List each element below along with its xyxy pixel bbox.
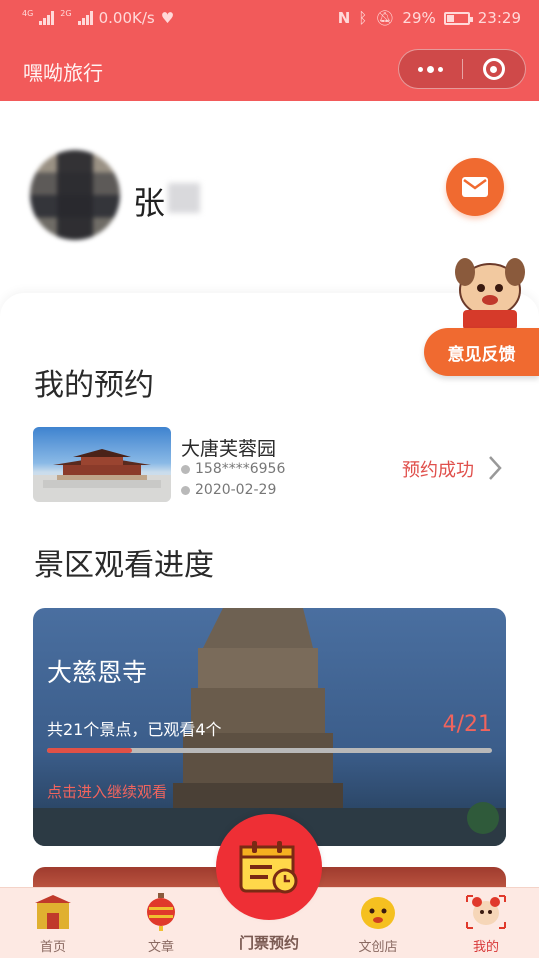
continue-watching-link[interactable]: 点击进入继续观看 xyxy=(47,781,167,802)
booking-date: 2020-02-29 xyxy=(195,482,277,498)
tab-shop-label: 文创店 xyxy=(358,940,398,955)
name-redaction xyxy=(168,183,200,213)
tab-mine-label: 我的 xyxy=(472,940,499,955)
tickets-button[interactable] xyxy=(216,814,322,920)
dot-icon xyxy=(427,65,434,73)
tab-home-label: 首页 xyxy=(39,940,66,955)
envelope-icon xyxy=(462,177,488,197)
signal-icon xyxy=(77,11,93,25)
heart-icon: ♥ xyxy=(160,9,175,27)
tab-articles-label: 文章 xyxy=(147,940,174,955)
signal-icon xyxy=(39,11,55,25)
tab-tickets-label: 门票预约 xyxy=(238,934,299,952)
progress-count: 4/21 xyxy=(442,712,492,737)
progress-card[interactable]: 大慈恩寺 共21个景点，已观看4个 4/21 点击进入继续观看 xyxy=(33,608,506,846)
clock: 23:29 xyxy=(477,9,521,27)
tab-home[interactable]: 首页 xyxy=(8,888,98,958)
booking-attraction-name: 大唐芙蓉园 xyxy=(181,438,277,460)
lantern-icon xyxy=(147,893,175,931)
calendar-icon xyxy=(239,841,298,894)
my-bookings-heading: 我的预约 xyxy=(34,368,154,403)
avatar[interactable] xyxy=(30,150,120,240)
user-name: 张 xyxy=(133,184,166,222)
booking-phone-row: 158****6956 xyxy=(181,461,285,477)
clock-icon xyxy=(181,485,190,495)
progress-summary: 共21个景点，已观看4个 xyxy=(47,720,222,739)
feedback-button[interactable]: 意见反馈 xyxy=(424,328,539,376)
viewing-progress-heading: 景区观看进度 xyxy=(34,548,214,583)
miniprogram-capsule xyxy=(398,49,526,89)
progress-attraction-name: 大慈恩寺 xyxy=(47,658,148,687)
booking-date-row: 2020-02-29 xyxy=(181,482,276,498)
network-speed: 0.00K/s xyxy=(98,9,155,27)
network-type-1: 4G xyxy=(22,8,34,18)
target-icon xyxy=(482,58,505,80)
more-button[interactable] xyxy=(399,50,462,88)
header: 4G 2G 0.00K/s ♥ N ᛒ 🔕︎ 29% 23:29 嘿呦旅行 xyxy=(0,0,539,101)
booking-phone: 158****6956 xyxy=(195,461,286,477)
tab-articles[interactable]: 文章 xyxy=(116,888,206,958)
tab-shop[interactable]: 文创店 xyxy=(333,888,423,958)
booking-status: 预约成功 xyxy=(402,460,474,481)
message-button[interactable] xyxy=(446,158,504,216)
dot-icon xyxy=(418,66,423,72)
battery-level: 29% xyxy=(402,9,436,27)
mute-icon: 🔕︎ xyxy=(375,9,395,27)
status-bar: 4G 2G 0.00K/s ♥ N ᛒ 🔕︎ 29% 23:29 xyxy=(0,0,539,36)
attraction-thumbnail xyxy=(33,427,171,502)
bluetooth-icon: ᛒ xyxy=(358,9,368,27)
progress-bar-fill xyxy=(47,748,132,753)
tab-tickets[interactable]: 门票预约 xyxy=(214,814,324,958)
progress-bar xyxy=(47,748,492,753)
profile-mascot-icon xyxy=(466,895,506,929)
tab-mine[interactable]: 我的 xyxy=(441,888,531,958)
network-type-2: 2G xyxy=(60,8,72,18)
chevron-right-icon xyxy=(489,456,502,480)
close-miniprogram-button[interactable] xyxy=(463,50,525,88)
app-title: 嘿呦旅行 xyxy=(23,61,103,85)
gate-icon xyxy=(35,895,71,929)
booking-item[interactable]: 大唐芙蓉园 158****6956 2020-02-29 预约成功 xyxy=(33,427,506,503)
battery-icon xyxy=(443,11,473,25)
dot-icon xyxy=(438,66,443,72)
mascot-icon xyxy=(455,258,525,330)
phone-icon xyxy=(181,464,190,474)
nfc-icon: N xyxy=(337,9,351,27)
character-icon xyxy=(361,897,395,929)
